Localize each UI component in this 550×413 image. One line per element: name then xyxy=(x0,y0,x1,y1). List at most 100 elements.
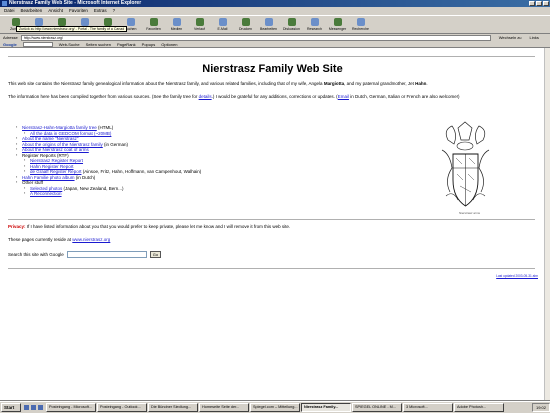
list-suffix: (Japan, New Zealand, Bern...) xyxy=(62,185,124,191)
divider xyxy=(8,268,535,269)
close-icon[interactable] xyxy=(543,1,549,6)
toolbar-button[interactable]: Medien xyxy=(165,16,188,34)
google-item[interactable]: Seiten suchen xyxy=(86,42,111,47)
minimize-icon[interactable] xyxy=(529,1,535,6)
list-suffix: (in Dutch) xyxy=(74,174,96,180)
list-link[interactable]: About the Nierstrasz coat of arms xyxy=(22,147,89,152)
list-link[interactable]: About the origins of the Nierstrasz fami… xyxy=(22,142,103,147)
toolbar-button-label: Medien xyxy=(170,27,183,31)
search-button[interactable]: Go xyxy=(149,251,162,258)
toolbar-button[interactable]: Recherche xyxy=(349,16,372,34)
google-item[interactable]: Optionen xyxy=(161,42,177,47)
google-search-input[interactable] xyxy=(22,41,53,47)
refresh-icon xyxy=(80,18,89,26)
back-icon xyxy=(11,18,20,26)
coat-of-arms-image xyxy=(441,121,490,207)
menu-item[interactable]: Ansicht xyxy=(48,7,63,15)
taskbar-task[interactable]: Posteingang - Microsoft... xyxy=(46,403,96,412)
privacy-text: If I have listed information about you t… xyxy=(25,224,291,229)
print-icon xyxy=(241,18,250,26)
stop-icon xyxy=(57,18,66,26)
menu-item[interactable]: Favoriten xyxy=(69,7,88,15)
toolbar-button-label: Verlauf xyxy=(194,27,205,31)
google-logo[interactable]: Google xyxy=(3,42,17,47)
list-link[interactable]: de Graaff Register Report xyxy=(30,169,81,174)
research2-icon xyxy=(356,18,365,26)
menu-item[interactable]: Bearbeiten xyxy=(21,7,43,15)
intro-paragraph: This web site contains the Nierstrasz fa… xyxy=(8,81,533,87)
maximize-icon[interactable] xyxy=(536,1,542,6)
list-link[interactable]: Hahn Familie photo album xyxy=(22,175,75,180)
list-link[interactable]: Selected photos xyxy=(30,186,62,191)
crest-caption: Nierstrasz arms xyxy=(459,211,481,215)
menu-item[interactable]: ? xyxy=(113,7,116,15)
last-updated-link[interactable]: Last updated 2003-05-31 abn xyxy=(496,274,538,278)
list-link[interactable]: About the name "Nierstrasz" xyxy=(22,136,78,141)
toolbar-button[interactable]: Diskussion xyxy=(280,16,303,34)
taskbar-task[interactable]: Nierstrasz Family... xyxy=(301,403,351,412)
list-heading: Other stuff xyxy=(22,180,43,185)
toolbar-button[interactable]: Verlauf xyxy=(188,16,211,34)
mirror-text: These pages currently reside at xyxy=(8,237,73,242)
title-bar: Nierstrasz Family Web Site - Microsoft I… xyxy=(0,0,550,7)
window-title: Nierstrasz Family Web Site - Microsoft I… xyxy=(9,0,142,6)
google-item[interactable]: Popups xyxy=(142,42,156,47)
toolbar-button-label: Messenger xyxy=(328,27,347,31)
taskbar-task[interactable]: Die Bündner Siedlung... xyxy=(148,403,198,412)
google-item[interactable]: PageRank xyxy=(117,42,136,47)
vertical-scrollbar[interactable] xyxy=(544,48,550,400)
outlook-icon[interactable] xyxy=(38,405,43,410)
list-link[interactable]: All the data in GEDCOM format (~20MB) xyxy=(30,131,111,136)
toolbar-button[interactable]: Research xyxy=(303,16,326,34)
address-input[interactable]: http://www.nierstrasz.org/ xyxy=(20,34,491,41)
list-heading: Register Reports (RTF) xyxy=(22,152,69,158)
list-suffix: (Ainsoe, Fritz, Hahn, Hoffmann, van Camp… xyxy=(81,169,202,174)
desktop-icon[interactable] xyxy=(24,405,29,410)
taskbar: Start Posteingang - Microsoft... Posteing… xyxy=(0,401,550,413)
list-link[interactable]: Nierstrasz Register Report xyxy=(30,158,83,163)
taskbar-task[interactable]: SPIEGEL ONLINE - M... xyxy=(352,403,402,412)
toolbar-button[interactable]: Favoriten xyxy=(142,16,165,34)
list-link[interactable]: Hahn Register Report xyxy=(30,164,74,169)
favorites-icon xyxy=(149,18,158,26)
mirror-link[interactable]: www.nierstrasz.org xyxy=(72,237,110,242)
taskbar-task[interactable]: Adobe Photosh... xyxy=(454,403,504,412)
taskbar-task[interactable]: Homeseite Seite der... xyxy=(199,403,249,412)
details-link[interactable]: details xyxy=(199,94,212,99)
list-item: A Reconnection xyxy=(16,191,316,197)
link-list: Nierstrasz-Hahn-Margiotta family tree (H… xyxy=(16,125,316,197)
mail-icon xyxy=(218,18,227,26)
search-label: Search this site with Google xyxy=(8,252,64,257)
edit-icon xyxy=(264,18,273,26)
toolbar-button[interactable]: Drucken xyxy=(234,16,257,34)
toolbar-button-label: E-Mail xyxy=(217,27,228,31)
toolbar-button[interactable]: Messenger xyxy=(326,16,349,34)
links-button[interactable]: Links xyxy=(530,35,539,40)
page-title: Nierstrasz Family Web Site xyxy=(202,63,343,75)
list-link[interactable]: A Reconnection xyxy=(30,191,62,196)
menu-item[interactable]: Extras xyxy=(94,7,107,15)
google-toolbar: Google Web-Suche Seiten suchen PageRank … xyxy=(0,41,550,48)
email-link[interactable]: Email xyxy=(338,94,349,99)
system-clock: 19:02 xyxy=(531,403,550,412)
mirror-paragraph: These pages currently reside at www.nier… xyxy=(8,237,533,243)
go-button[interactable]: Wechseln zu xyxy=(499,35,522,40)
search-input[interactable] xyxy=(66,251,147,258)
start-button[interactable]: Start xyxy=(1,403,21,412)
menu-item[interactable]: Datei xyxy=(4,7,15,15)
toolbar-button[interactable]: Bearbeiten xyxy=(257,16,280,34)
search-icon xyxy=(126,18,135,26)
intro-text: , and my paternal grandmother, Jet xyxy=(344,81,416,86)
taskbar-task[interactable]: 3 Microsoft... xyxy=(403,403,453,412)
taskbar-task[interactable]: Posteingang - Outlook... xyxy=(97,403,147,412)
toolbar-button[interactable]: E-Mail xyxy=(211,16,234,34)
google-search-button[interactable]: Web-Suche xyxy=(59,42,80,47)
ie-icon[interactable] xyxy=(31,405,36,410)
discuss-icon xyxy=(287,18,296,26)
list-link[interactable]: Nierstrasz-Hahn-Margiotta family tree xyxy=(22,125,97,130)
intro-name: Hahn xyxy=(415,81,427,86)
taskbar-task[interactable]: Spiegel.com – Mitteilung... xyxy=(250,403,300,412)
info-text: .) I would be grateful for any additions… xyxy=(211,94,338,99)
messenger-icon xyxy=(333,18,342,26)
home-icon xyxy=(103,18,112,26)
